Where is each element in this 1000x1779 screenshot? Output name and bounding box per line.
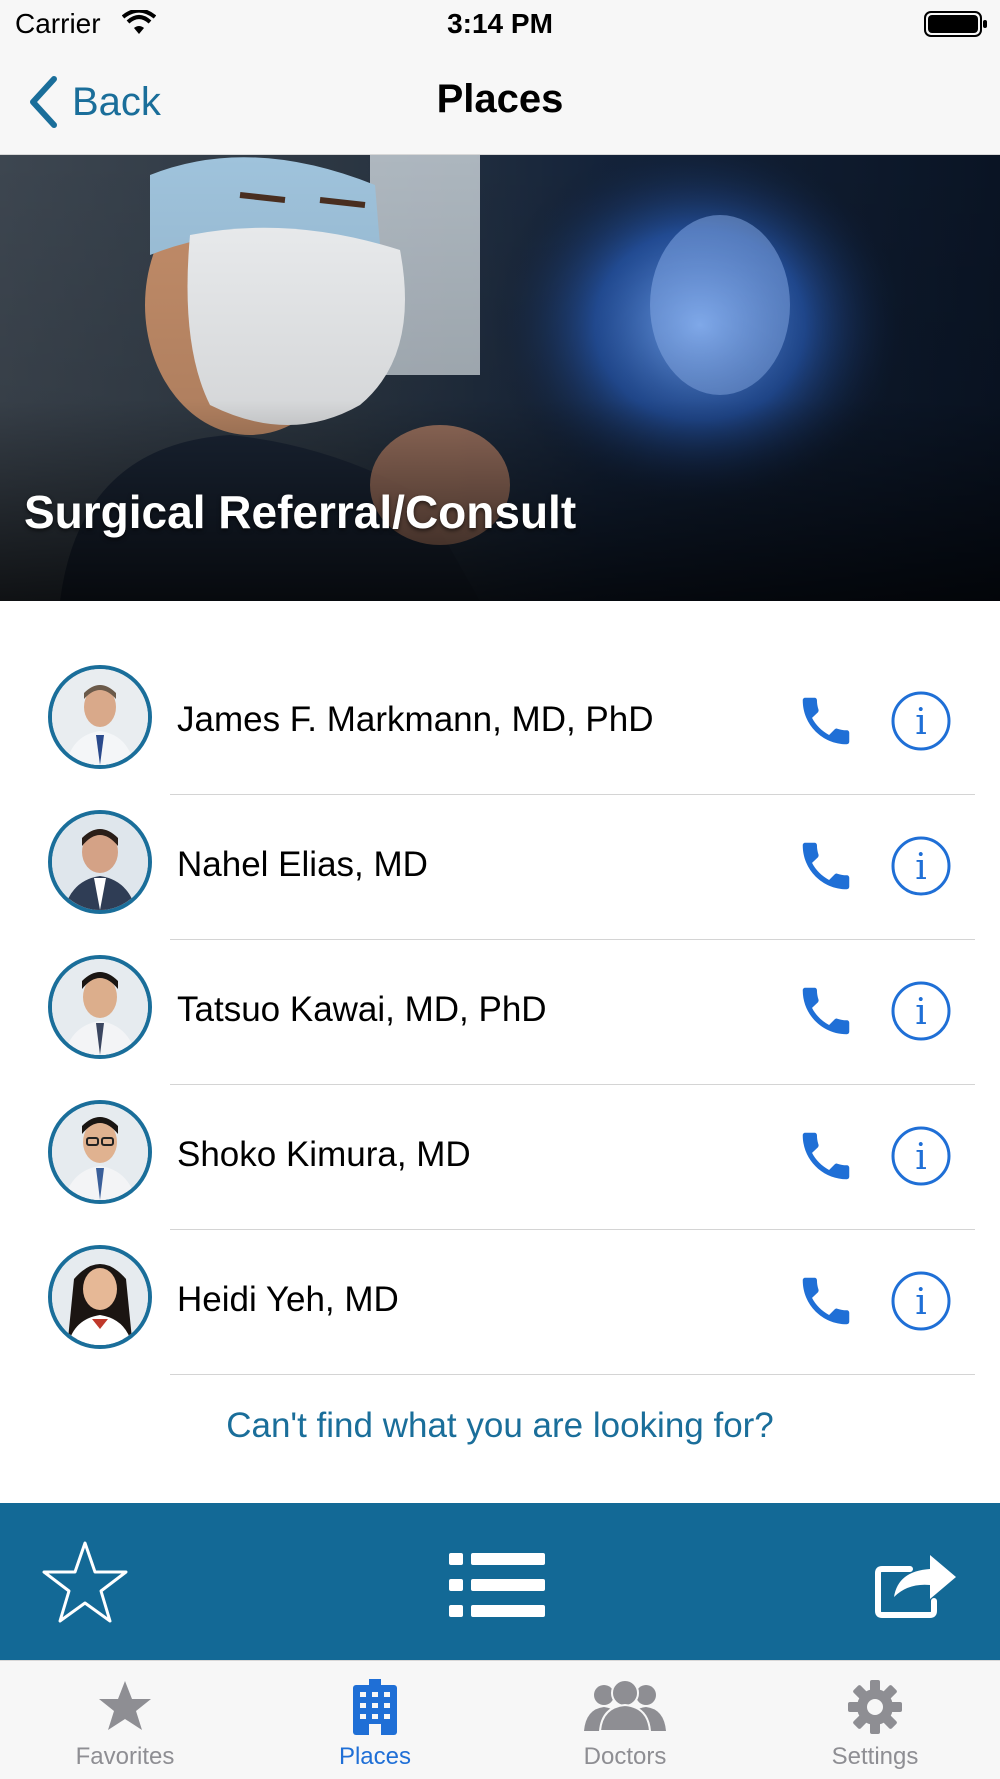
building-icon bbox=[250, 1679, 500, 1735]
doctor-list: James F. Markmann, MD, PhD i Nahel Elias… bbox=[0, 650, 1000, 1375]
info-icon[interactable]: i bbox=[890, 980, 952, 1047]
divider bbox=[170, 1374, 975, 1375]
status-bar: Carrier 3:14 PM bbox=[0, 0, 1000, 50]
tab-label: Settings bbox=[831, 1743, 919, 1770]
hero-banner: Surgical Referral/Consult bbox=[0, 155, 1000, 601]
doctor-row[interactable]: Tatsuo Kawai, MD, PhD i bbox=[0, 940, 1000, 1085]
svg-text:i: i bbox=[915, 847, 927, 888]
svg-text:i: i bbox=[915, 1137, 927, 1178]
cant-find-link[interactable]: Can't find what you are looking for? bbox=[0, 1406, 1000, 1446]
doctor-name: Tatsuo Kawai, MD, PhD bbox=[177, 990, 547, 1029]
tab-doctors[interactable]: Doctors bbox=[500, 1661, 750, 1779]
tab-label: Doctors bbox=[583, 1743, 667, 1770]
info-icon[interactable]: i bbox=[890, 690, 952, 757]
status-time: 3:14 PM bbox=[447, 8, 553, 39]
hero-title: Surgical Referral/Consult bbox=[24, 486, 577, 538]
phone-icon[interactable] bbox=[795, 835, 857, 902]
tab-favorites[interactable]: Favorites bbox=[0, 1661, 250, 1779]
svg-text:i: i bbox=[915, 702, 927, 743]
avatar bbox=[48, 1100, 152, 1204]
tab-label: Places bbox=[338, 1743, 412, 1770]
phone-icon[interactable] bbox=[795, 1270, 857, 1337]
action-toolbar bbox=[0, 1503, 1000, 1660]
info-icon[interactable]: i bbox=[890, 1270, 952, 1337]
avatar bbox=[48, 1245, 152, 1349]
share-icon[interactable] bbox=[874, 1543, 960, 1624]
doctor-name: James F. Markmann, MD, PhD bbox=[177, 700, 654, 739]
doctor-row[interactable]: Heidi Yeh, MD i bbox=[0, 1230, 1000, 1375]
svg-text:i: i bbox=[915, 1282, 927, 1323]
doctor-name: Shoko Kimura, MD bbox=[177, 1135, 471, 1174]
phone-icon[interactable] bbox=[795, 980, 857, 1047]
star-icon[interactable] bbox=[40, 1539, 130, 1630]
page-title: Places bbox=[436, 77, 564, 121]
avatar bbox=[48, 955, 152, 1059]
doctor-row[interactable]: James F. Markmann, MD, PhD i bbox=[0, 650, 1000, 795]
navigation-bar: Back Places bbox=[0, 50, 1000, 155]
list-icon[interactable] bbox=[449, 1553, 545, 1622]
battery-icon bbox=[924, 10, 988, 43]
info-icon[interactable]: i bbox=[890, 1125, 952, 1192]
star-icon bbox=[0, 1679, 250, 1733]
tab-bar: Favorites Places Doctors Settings bbox=[0, 1660, 1000, 1779]
people-icon bbox=[500, 1679, 750, 1731]
doctor-name: Heidi Yeh, MD bbox=[177, 1280, 399, 1319]
tab-places[interactable]: Places bbox=[250, 1661, 500, 1779]
svg-text:i: i bbox=[915, 992, 927, 1033]
tab-settings[interactable]: Settings bbox=[750, 1661, 1000, 1779]
tab-label: Favorites bbox=[75, 1743, 175, 1770]
info-icon[interactable]: i bbox=[890, 835, 952, 902]
phone-icon[interactable] bbox=[795, 1125, 857, 1192]
avatar bbox=[48, 665, 152, 769]
avatar bbox=[48, 810, 152, 914]
doctor-row[interactable]: Shoko Kimura, MD i bbox=[0, 1085, 1000, 1230]
doctor-row[interactable]: Nahel Elias, MD i bbox=[0, 795, 1000, 940]
phone-icon[interactable] bbox=[795, 690, 857, 757]
doctor-name: Nahel Elias, MD bbox=[177, 845, 428, 884]
gear-icon bbox=[750, 1679, 1000, 1735]
